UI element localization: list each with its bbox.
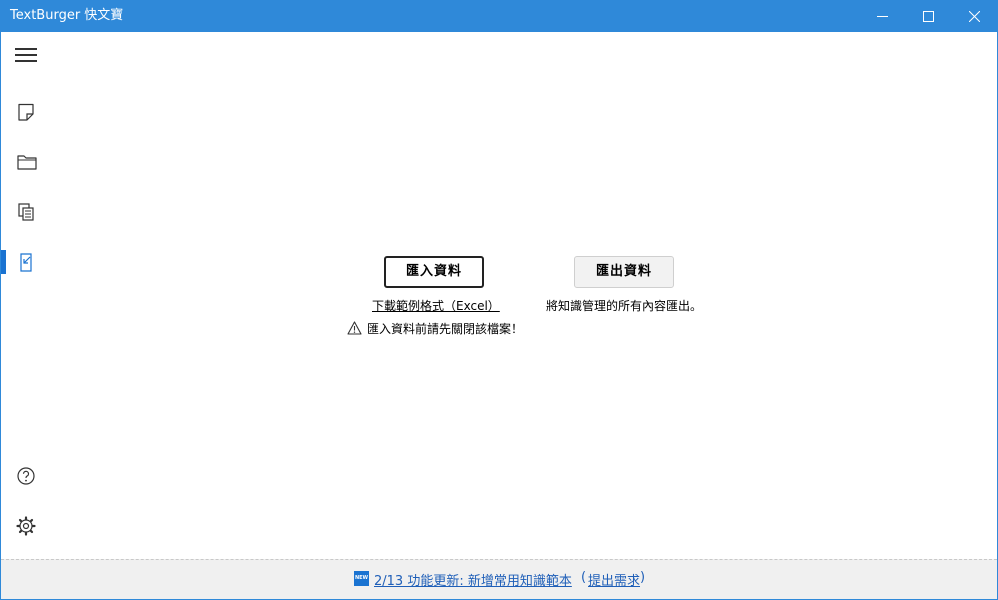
minimize-button[interactable]: [859, 1, 905, 32]
warning-text: 匯入資料前請先關閉該檔案！: [367, 322, 524, 336]
download-template-link[interactable]: 下載範例格式（Excel）: [372, 297, 500, 314]
submit-request-link[interactable]: 提出需求: [588, 570, 640, 589]
sidebar-item-folders[interactable]: [1, 142, 51, 182]
paren-close: ): [640, 570, 646, 585]
warning-icon: [347, 321, 362, 335]
new-badge-icon: NEW: [354, 571, 369, 586]
sidebar-item-copy[interactable]: [1, 192, 51, 232]
sidebar: [1, 32, 51, 559]
maximize-icon: [923, 11, 934, 22]
import-data-button[interactable]: 匯入資料: [384, 256, 484, 288]
note-icon: [18, 103, 34, 121]
sidebar-item-help[interactable]: [1, 456, 51, 496]
copy-documents-icon: [18, 203, 34, 221]
footer-bar: NEW 2/13 功能更新: 新增常用知識範本 ( 提出需求 ): [1, 559, 997, 599]
maximize-button[interactable]: [905, 1, 951, 32]
update-notes-link[interactable]: 2/13 功能更新: 新增常用知識範本: [374, 570, 572, 589]
sidebar-item-settings[interactable]: [1, 506, 51, 546]
export-description: 將知識管理的所有內容匯出。: [546, 299, 703, 313]
minimize-icon: [877, 16, 888, 17]
close-button[interactable]: [951, 1, 997, 32]
folder-icon: [17, 155, 37, 170]
paren-open: (: [581, 570, 587, 585]
app-window: TextBurger 快文寶 匯入資料 匯出資料 下載範例格式（Excel） 將…: [0, 0, 998, 600]
sidebar-item-menu[interactable]: [1, 37, 51, 77]
sidebar-item-import-export[interactable]: [1, 242, 51, 282]
hamburger-menu-icon: [15, 48, 37, 62]
window-title: TextBurger 快文寶: [10, 8, 124, 23]
import-export-icon: [20, 253, 32, 272]
sidebar-item-notes[interactable]: [1, 92, 51, 132]
export-data-button[interactable]: 匯出資料: [574, 256, 674, 288]
gear-icon: [16, 516, 36, 536]
title-bar[interactable]: TextBurger 快文寶: [1, 1, 997, 32]
help-icon: [17, 467, 35, 485]
close-icon: [969, 11, 980, 22]
